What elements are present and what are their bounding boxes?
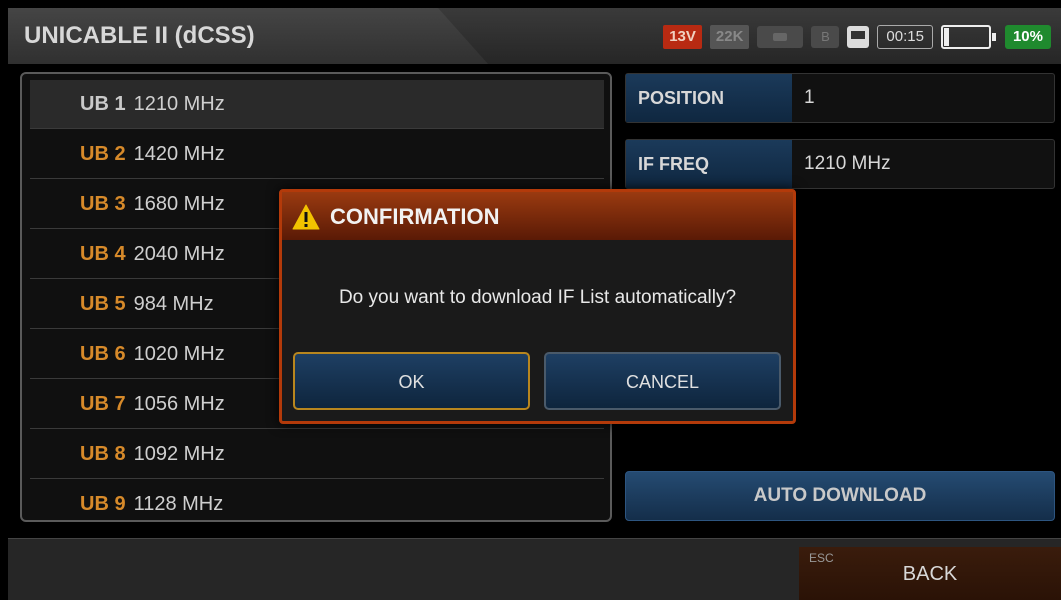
- ub-frequency: 1680 MHz: [133, 193, 225, 215]
- b-indicator-icon: B: [811, 26, 840, 48]
- status-bar: 13V 22K B 00:15 10%: [663, 24, 1051, 50]
- ub-number: UB 4: [80, 243, 126, 265]
- screen-icon: [847, 26, 870, 48]
- cancel-button[interactable]: CANCEL: [544, 352, 781, 410]
- ub-number: UB 2: [80, 143, 126, 165]
- list-item[interactable]: UB 1 1210 MHz: [30, 80, 604, 129]
- if-freq-value: 1210 MHz: [804, 153, 891, 174]
- list-item[interactable]: UB 9 1128 MHz: [30, 480, 604, 520]
- ub-frequency: 1420 MHz: [133, 143, 225, 165]
- ub-number: UB 8: [80, 443, 126, 465]
- ub-frequency: 1210 MHz: [133, 93, 225, 115]
- list-item[interactable]: UB 2 1420 MHz: [30, 130, 604, 179]
- ub-frequency: 1020 MHz: [133, 343, 225, 365]
- dialog-header: CONFIRMATION: [282, 192, 793, 240]
- position-value: 1: [804, 87, 815, 108]
- auto-download-button[interactable]: AUTO DOWNLOAD: [625, 471, 1055, 521]
- position-row[interactable]: POSITION 1: [625, 73, 1055, 123]
- back-label: BACK: [902, 563, 958, 585]
- ub-frequency: 984 MHz: [133, 293, 214, 315]
- ub-frequency: 1056 MHz: [133, 393, 225, 415]
- ub-number: UB 3: [80, 193, 126, 215]
- if-freq-label: IF FREQ: [626, 140, 792, 188]
- voltage-badge: 13V: [663, 25, 702, 49]
- position-label: POSITION: [626, 74, 792, 122]
- ok-button[interactable]: OK: [293, 352, 530, 410]
- confirmation-dialog: CONFIRMATION Do you want to download IF …: [279, 189, 796, 424]
- if-freq-row[interactable]: IF FREQ 1210 MHz: [625, 139, 1055, 189]
- dialog-message: Do you want to download IF List automati…: [338, 287, 737, 308]
- page-title: UNICABLE II (dCSS): [24, 22, 255, 49]
- ub-number: UB 5: [80, 293, 126, 315]
- ub-frequency: 1092 MHz: [133, 443, 225, 465]
- ub-number: UB 9: [80, 493, 126, 515]
- back-button[interactable]: ESC BACK: [799, 547, 1061, 600]
- dialog-title: CONFIRMATION: [330, 204, 500, 229]
- ub-number: UB 1: [80, 93, 126, 115]
- tone-badge: 22K: [709, 25, 750, 49]
- usb-icon: [757, 26, 804, 48]
- ub-frequency: 1128 MHz: [133, 493, 224, 515]
- ub-number: UB 6: [80, 343, 126, 365]
- clock: 00:15: [877, 25, 933, 49]
- ub-number: UB 7: [80, 393, 126, 415]
- list-item[interactable]: UB 8 1092 MHz: [30, 430, 604, 479]
- header-bar: UNICABLE II (dCSS) 13V 22K B 00:15 10%: [8, 8, 1061, 64]
- ub-frequency: 2040 MHz: [133, 243, 225, 265]
- warning-icon: [292, 204, 320, 230]
- battery-percent: 10%: [1004, 25, 1051, 49]
- battery-icon: [940, 25, 996, 49]
- footer-bar: ESC BACK: [8, 538, 1061, 600]
